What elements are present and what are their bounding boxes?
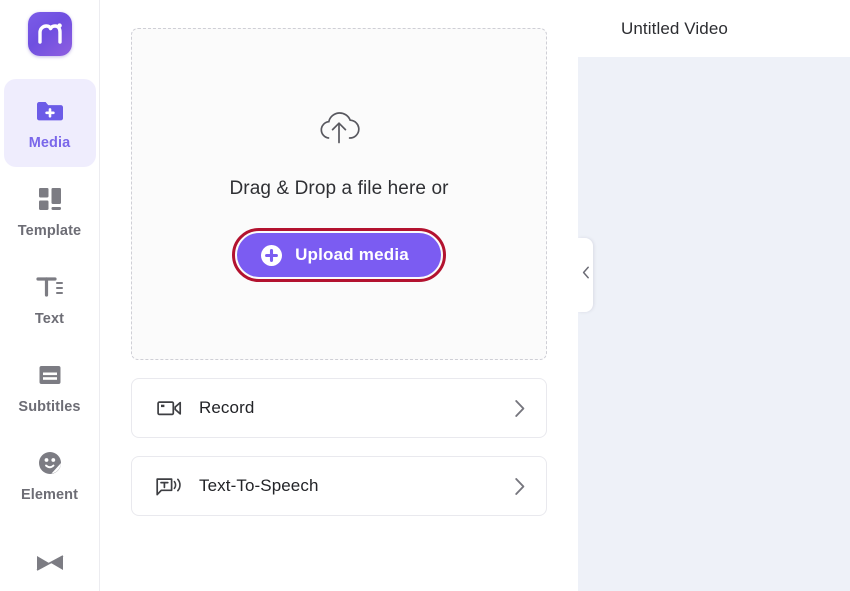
sidebar-item-label: Subtitles — [18, 398, 81, 415]
folder-plus-icon — [35, 96, 65, 126]
sidebar-item-media[interactable]: Media — [3, 79, 96, 167]
plus-circle-icon — [261, 244, 283, 266]
upload-media-label: Upload media — [295, 245, 409, 264]
sidebar-item-transition[interactable] — [4, 519, 96, 591]
dropzone[interactable]: Drag & Drop a file here or Upload media — [131, 28, 547, 360]
chevron-left-icon — [582, 266, 590, 284]
sidebar-item-label: Element — [20, 486, 79, 503]
transition-icon — [35, 548, 65, 578]
collapse-panel-button[interactable] — [578, 238, 593, 312]
sticker-icon — [37, 448, 63, 478]
sidebar-item-text[interactable]: Text — [4, 255, 96, 343]
text-to-speech-icon — [156, 476, 182, 497]
left-sidebar: Media Template Text Subtitles Element — [0, 0, 100, 591]
subtitles-icon — [37, 360, 63, 390]
text-format-icon — [35, 272, 64, 302]
sidebar-item-template[interactable]: Template — [4, 167, 96, 255]
text-to-speech-row[interactable]: Text-To-Speech — [131, 456, 547, 516]
template-grid-icon — [37, 184, 63, 214]
upload-media-button[interactable]: Upload media — [237, 233, 441, 277]
text-to-speech-label: Text-To-Speech — [199, 476, 319, 495]
sidebar-nav: Media Template Text Subtitles Element — [0, 79, 99, 591]
video-canvas[interactable] — [578, 57, 850, 591]
editor-window: Media Template Text Subtitles Element Dr… — [0, 0, 850, 591]
sidebar-item-label: Template — [17, 222, 82, 239]
chevron-right-icon — [514, 399, 526, 418]
sidebar-item-element[interactable]: Element — [4, 431, 96, 519]
chevron-right-icon — [514, 477, 526, 496]
record-row[interactable]: Record — [131, 378, 547, 438]
cloud-upload-icon — [315, 106, 363, 155]
record-label: Record — [199, 398, 255, 417]
dropzone-text: Drag & Drop a file here or — [229, 178, 449, 199]
project-title[interactable]: Untitled Video — [578, 0, 850, 57]
preview-pane: Untitled Video — [578, 0, 850, 591]
app-logo[interactable] — [27, 12, 72, 56]
sidebar-item-subtitles[interactable]: Subtitles — [4, 343, 96, 431]
video-camera-icon — [156, 398, 182, 418]
sidebar-item-label: Media — [28, 134, 71, 151]
sidebar-item-label: Text — [34, 310, 65, 327]
media-panel: Drag & Drop a file here or Upload media — [100, 0, 578, 591]
upload-media-highlight: Upload media — [232, 228, 446, 282]
